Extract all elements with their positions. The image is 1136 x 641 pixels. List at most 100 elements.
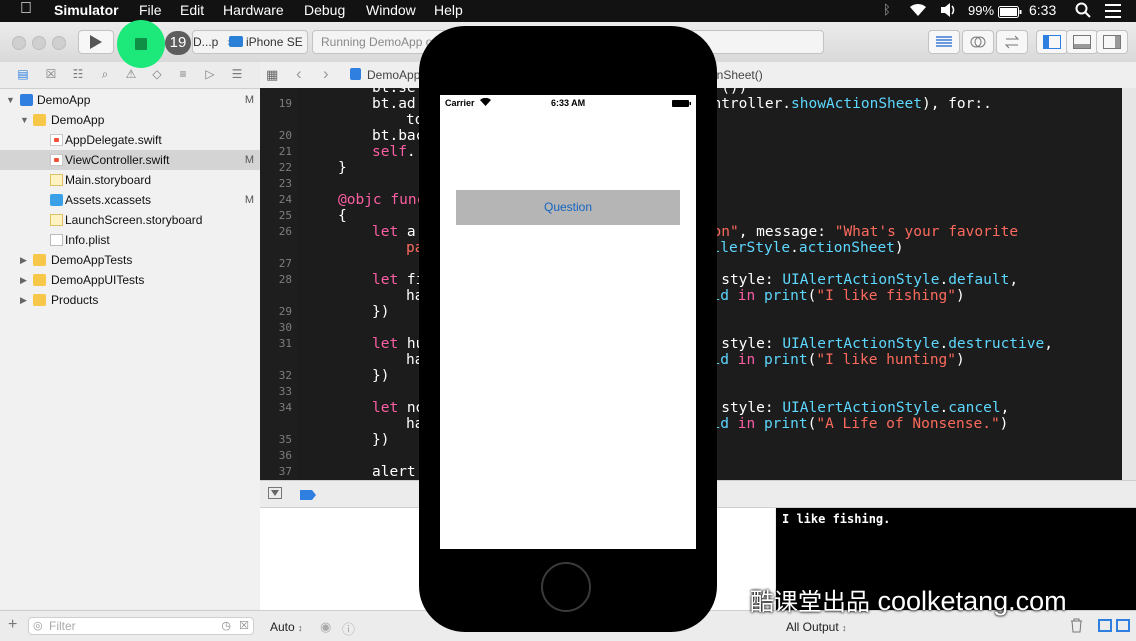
wifi-icon[interactable] bbox=[907, 2, 929, 21]
editor-scrollbar[interactable] bbox=[1122, 88, 1136, 480]
auto-label: Auto bbox=[270, 620, 295, 634]
issue-count-badge[interactable]: 19 bbox=[165, 31, 191, 55]
test-navigator-icon[interactable]: ◇ bbox=[150, 68, 164, 80]
navigator-filter-bar: + ◎ Filter ◷ ☒ bbox=[0, 610, 260, 641]
scheme-selector[interactable]: D...p › iPhone SE bbox=[192, 30, 308, 54]
disclosure-open-icon[interactable]: ▼ bbox=[20, 110, 30, 130]
run-button[interactable] bbox=[78, 30, 114, 54]
stop-button[interactable] bbox=[117, 20, 165, 68]
standard-editor-button[interactable] bbox=[928, 30, 960, 54]
toggle-utilities-button[interactable] bbox=[1096, 30, 1128, 54]
battery-icon[interactable] bbox=[998, 5, 1022, 21]
simulator-screen[interactable]: Carrier 6:33 AM Question bbox=[440, 95, 696, 549]
menu-edit[interactable]: Edit bbox=[180, 2, 204, 18]
filter-icon: ◎ bbox=[33, 620, 43, 632]
tree-item-assets[interactable]: Assets.xcassets M bbox=[0, 190, 260, 210]
tree-item-launchscreen[interactable]: LaunchScreen.storyboard bbox=[0, 210, 260, 230]
jump-function[interactable]: onSheet() bbox=[710, 68, 763, 82]
disclosure-closed-icon[interactable]: ▶ bbox=[20, 250, 30, 270]
tree-item-appdelegate[interactable]: AppDelegate.swift bbox=[0, 130, 260, 150]
line-number: 23 bbox=[278, 177, 292, 190]
line-number: 21 bbox=[278, 145, 292, 158]
apple-icon[interactable]:  bbox=[20, 0, 32, 18]
source-control-icon[interactable]: ☒ bbox=[44, 68, 58, 80]
tree-item-main-storyboard[interactable]: Main.storyboard bbox=[0, 170, 260, 190]
menu-help[interactable]: Help bbox=[434, 2, 463, 18]
window-minimize-button[interactable] bbox=[32, 36, 46, 50]
breakpoints-toggle-icon[interactable] bbox=[300, 489, 316, 503]
project-navigator-icon[interactable]: ▤ bbox=[16, 68, 30, 80]
tree-item-demoappuitests[interactable]: ▶ DemoAppUITests bbox=[0, 270, 260, 290]
info-icon[interactable]: ⓘ bbox=[342, 619, 355, 638]
line-number: 27 bbox=[278, 257, 292, 270]
show-variables-icon[interactable] bbox=[1098, 619, 1112, 632]
tree-item-label: Info.plist bbox=[65, 233, 110, 247]
add-icon[interactable]: + bbox=[8, 616, 17, 634]
issue-navigator-icon[interactable]: ⚠ bbox=[124, 68, 138, 80]
project-icon bbox=[350, 68, 361, 80]
spotlight-icon[interactable] bbox=[1075, 2, 1091, 21]
debug-navigator-icon[interactable]: ≡ bbox=[176, 68, 190, 80]
trash-icon[interactable] bbox=[1070, 618, 1083, 636]
output-filter-select[interactable]: All Output ↕ bbox=[786, 620, 847, 634]
menu-hardware[interactable]: Hardware bbox=[223, 2, 284, 18]
window-zoom-button[interactable] bbox=[52, 36, 66, 50]
forward-icon[interactable]: › bbox=[323, 64, 329, 84]
jump-project[interactable]: DemoApp bbox=[367, 68, 420, 82]
tree-item-project-demoapp[interactable]: ▼ DemoApp M bbox=[0, 90, 260, 110]
tree-item-viewcontroller[interactable]: ViewController.swift M bbox=[0, 150, 260, 170]
watermark-cn: 酷课堂出品 bbox=[750, 589, 870, 616]
scheme-name: D...p bbox=[193, 35, 219, 49]
report-navigator-icon[interactable]: ☰ bbox=[230, 68, 244, 80]
disclosure-closed-icon[interactable]: ▶ bbox=[20, 290, 30, 310]
line-number: 26 bbox=[278, 225, 292, 238]
back-icon[interactable]: ‹ bbox=[296, 64, 302, 84]
menu-file[interactable]: File bbox=[139, 2, 162, 18]
menu-window[interactable]: Window bbox=[366, 2, 416, 18]
assistant-editor-button[interactable] bbox=[962, 30, 994, 54]
tree-item-infoplist[interactable]: Info.plist bbox=[0, 230, 260, 250]
tree-item-group-demoapp[interactable]: ▼ DemoApp bbox=[0, 110, 260, 130]
notification-center-icon[interactable] bbox=[1105, 4, 1121, 21]
folder-icon bbox=[33, 274, 46, 286]
volume-icon[interactable] bbox=[939, 2, 957, 21]
recent-files-icon[interactable]: ◷ bbox=[221, 619, 231, 632]
related-items-icon[interactable]: ▦ bbox=[266, 67, 278, 83]
show-console-icon[interactable] bbox=[1116, 619, 1130, 632]
menu-debug[interactable]: Debug bbox=[304, 2, 345, 18]
toggle-navigator-button[interactable] bbox=[1036, 30, 1068, 54]
find-navigator-icon[interactable]: ⌕ bbox=[98, 68, 112, 80]
chevron-updown-icon: ↕ bbox=[842, 623, 847, 633]
filter-input[interactable]: ◎ Filter ◷ ☒ bbox=[28, 617, 254, 635]
console-text: I like fishing. bbox=[782, 512, 891, 526]
activity-status: Running DemoApp o bbox=[321, 35, 433, 49]
window-close-button[interactable] bbox=[12, 36, 26, 50]
ios-battery-icon bbox=[672, 99, 691, 109]
disclosure-closed-icon[interactable]: ▶ bbox=[20, 270, 30, 290]
clock[interactable]: 6:33 bbox=[1029, 2, 1056, 18]
hide-debug-area-icon[interactable] bbox=[268, 487, 282, 499]
tree-item-label: Products bbox=[51, 293, 99, 307]
question-button[interactable]: Question bbox=[456, 190, 680, 225]
line-number: 35 bbox=[278, 433, 292, 446]
symbol-navigator-icon[interactable]: ☷ bbox=[71, 68, 85, 80]
code-line: { bbox=[338, 208, 347, 224]
modified-badge: M bbox=[244, 194, 254, 206]
tree-item-label: DemoAppUITests bbox=[51, 273, 145, 287]
tree-item-demoapptests[interactable]: ▶ DemoAppTests bbox=[0, 250, 260, 270]
home-button[interactable] bbox=[541, 562, 591, 612]
quick-look-icon[interactable]: ◉ bbox=[320, 619, 331, 635]
tree-item-products[interactable]: ▶ Products bbox=[0, 290, 260, 310]
source-control-filter-icon[interactable]: ☒ bbox=[239, 619, 249, 632]
toggle-debug-area-button[interactable] bbox=[1066, 30, 1098, 54]
variables-scope-select[interactable]: Auto ↕ bbox=[270, 620, 303, 634]
disclosure-open-icon[interactable]: ▼ bbox=[6, 90, 16, 110]
breakpoint-navigator-icon[interactable]: ▷ bbox=[203, 68, 217, 80]
folder-icon bbox=[33, 254, 46, 266]
bluetooth-icon[interactable]: ᛒ bbox=[883, 2, 891, 17]
wifi-icon bbox=[480, 97, 491, 108]
app-menu-simulator[interactable]: Simulator bbox=[54, 2, 119, 18]
line-number: 31 bbox=[278, 337, 292, 350]
swift-file-icon bbox=[50, 154, 63, 166]
version-editor-button[interactable] bbox=[996, 30, 1028, 54]
